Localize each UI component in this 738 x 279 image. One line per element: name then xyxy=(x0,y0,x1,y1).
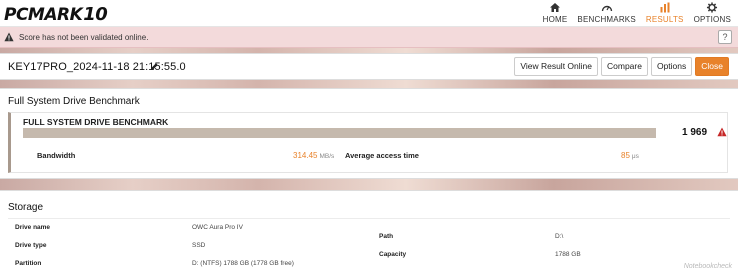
bar-chart-icon xyxy=(660,2,670,13)
help-button[interactable]: ? xyxy=(718,30,732,44)
benchmark-card: FULL SYSTEM DRIVE BENCHMARK 1 969 Bandwi… xyxy=(8,112,728,173)
nav-options[interactable]: OPTIONS xyxy=(689,0,736,27)
drive-type-value: SSD xyxy=(192,242,206,249)
benchmark-panel: Full System Drive Benchmark FULL SYSTEM … xyxy=(0,88,738,179)
top-bar: PCMARK10 HOME BENCHMARKS RESULTS OPTIONS xyxy=(0,0,738,27)
path-label: Path xyxy=(379,233,394,240)
main-nav: HOME BENCHMARKS RESULTS OPTIONS xyxy=(538,0,736,27)
nav-results[interactable]: RESULTS xyxy=(641,0,689,27)
warning-icon xyxy=(717,127,727,137)
view-result-online-button[interactable]: View Result Online xyxy=(514,57,598,76)
home-icon xyxy=(550,3,561,12)
storage-panel: Storage Drive name OWC Aura Pro IV Path … xyxy=(0,190,738,279)
result-name: KEY17PRO_2024-11-18 21:15:55.0 xyxy=(8,61,186,73)
capacity-label: Capacity xyxy=(379,251,407,258)
close-button[interactable]: Close xyxy=(695,57,729,76)
options-button[interactable]: Options xyxy=(650,57,693,76)
access-time-value: 85 μs xyxy=(621,151,639,160)
compare-button[interactable]: Compare xyxy=(601,57,648,76)
score-bar xyxy=(23,128,656,138)
capacity-value: 1788 GB xyxy=(555,251,581,258)
nav-home[interactable]: HOME xyxy=(538,0,573,27)
section-title: Full System Drive Benchmark xyxy=(8,96,140,107)
score-bar-fill xyxy=(23,128,656,138)
result-header: KEY17PRO_2024-11-18 21:15:55.0 View Resu… xyxy=(0,53,738,80)
gauge-icon xyxy=(601,5,612,12)
pencil-icon[interactable] xyxy=(150,62,159,71)
warning-text: Score has not been validated online. xyxy=(19,32,149,42)
benchmark-name: FULL SYSTEM DRIVE BENCHMARK xyxy=(23,117,169,127)
gear-icon xyxy=(707,2,718,13)
watermark: Notebookcheck xyxy=(683,263,732,270)
benchmark-score: 1 969 xyxy=(682,127,708,138)
partition-value: D: (NTFS) 1788 GB (1778 GB free) xyxy=(192,260,294,267)
divider xyxy=(8,218,730,219)
app-logo: PCMARK10 xyxy=(4,4,108,25)
drive-name-label: Drive name xyxy=(15,224,51,231)
bandwidth-label: Bandwidth xyxy=(37,151,76,160)
warning-icon xyxy=(4,32,14,42)
nav-benchmarks[interactable]: BENCHMARKS xyxy=(572,0,640,27)
drive-name-value: OWC Aura Pro IV xyxy=(192,224,243,231)
path-value: D:\ xyxy=(555,233,564,240)
access-time-label: Average access time xyxy=(345,151,419,160)
partition-label: Partition xyxy=(15,260,42,267)
bandwidth-value: 314.45 MB/s xyxy=(293,151,335,160)
validation-warning: Score has not been validated online. ? xyxy=(0,27,738,48)
section-title: Storage xyxy=(8,202,44,213)
drive-type-label: Drive type xyxy=(15,242,47,249)
